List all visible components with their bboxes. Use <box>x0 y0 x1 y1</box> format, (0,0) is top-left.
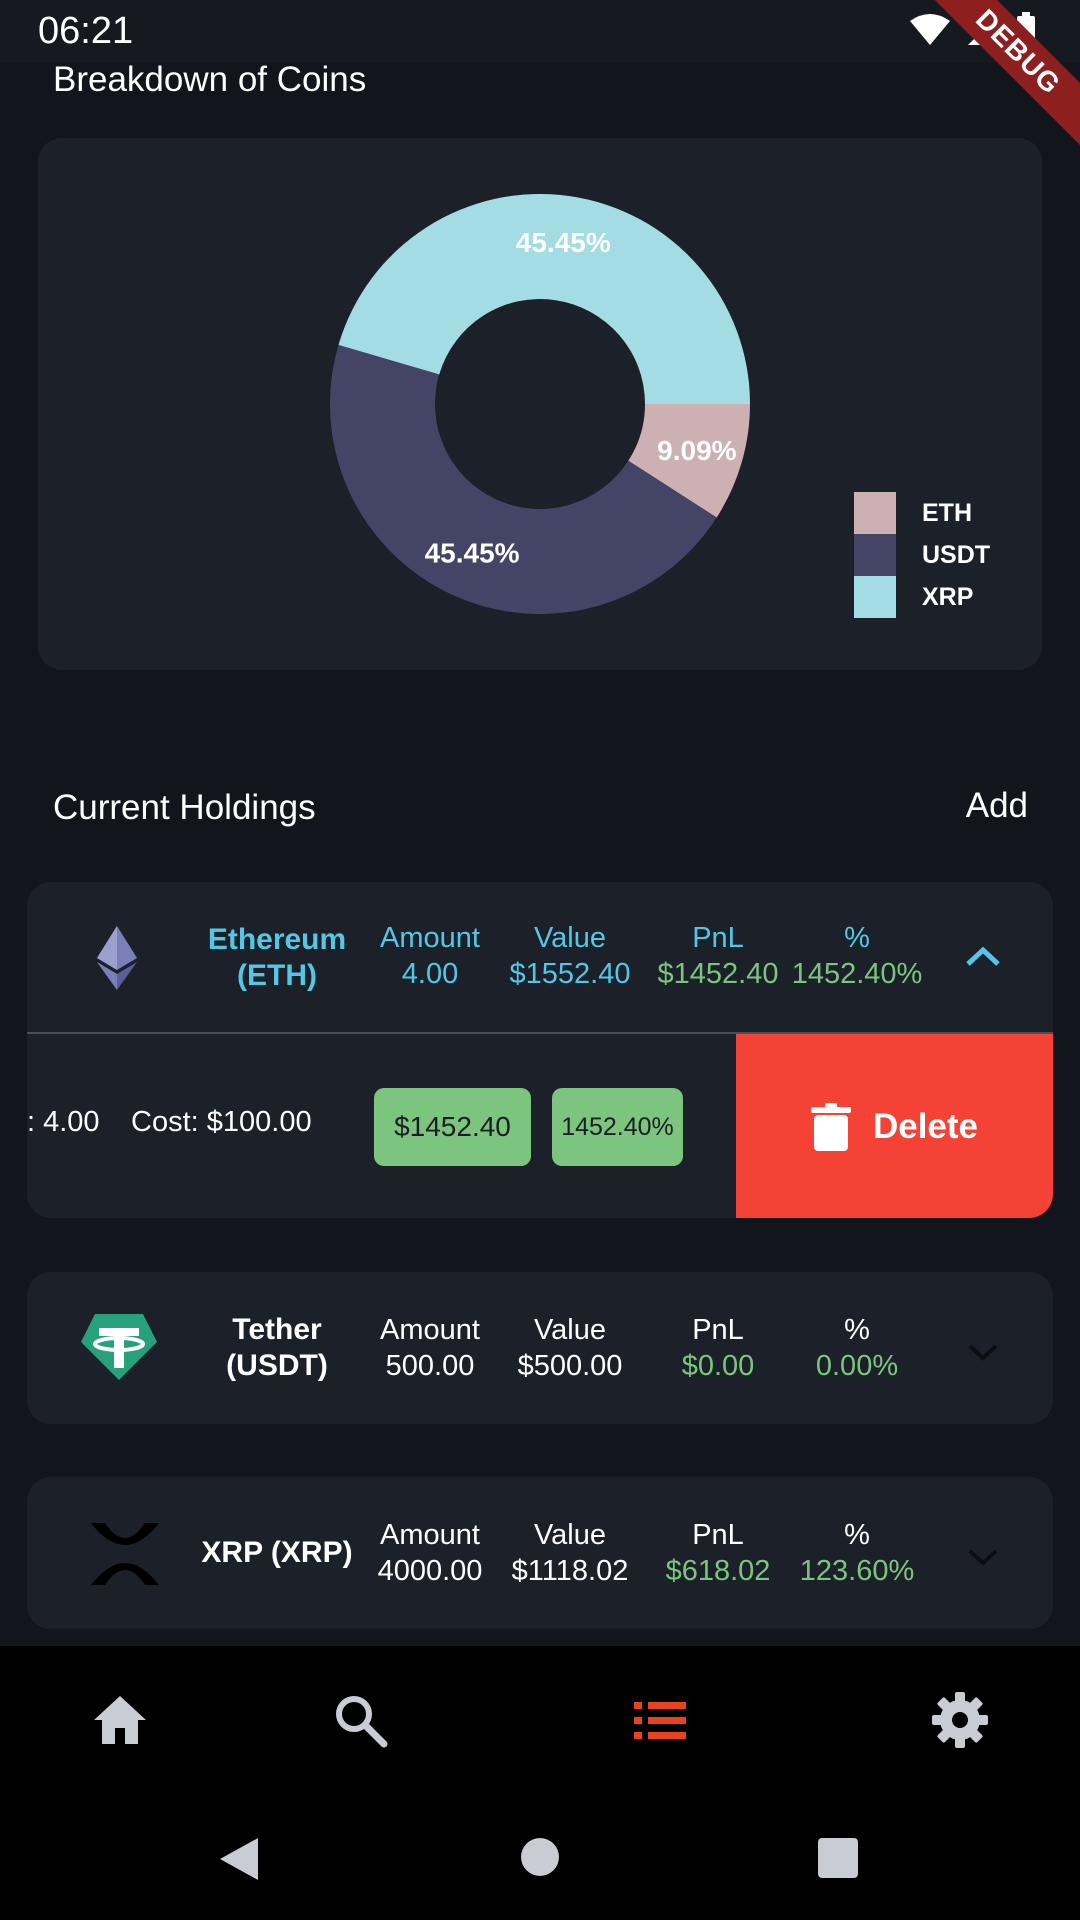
percent-column: % 0.00% <box>815 1314 899 1382</box>
holding-row-eth[interactable]: Ethereum (ETH) Amount 4.00 Value $1552.4… <box>27 882 1053 1032</box>
list-icon[interactable] <box>630 1690 690 1750</box>
tether-icon <box>81 1314 157 1380</box>
settings-icon[interactable] <box>930 1690 990 1750</box>
pnl-badge: $1452.40 <box>374 1088 531 1166</box>
legend-label: ETH <box>922 498 972 527</box>
pnl-column: PnL $618.02 <box>665 1519 771 1587</box>
value-column: Value $1118.02 <box>511 1519 629 1587</box>
home-button-icon[interactable] <box>519 1836 561 1878</box>
wifi-icon <box>910 14 950 45</box>
value-column: Value $500.00 <box>517 1314 623 1382</box>
holding-card-eth: Ethereum (ETH) Amount 4.00 Value $1552.4… <box>27 882 1053 1218</box>
value-column: Value $1552.40 <box>509 922 631 990</box>
legend-swatch <box>854 492 896 534</box>
add-holding-button[interactable]: Add <box>966 786 1028 826</box>
system-navigation <box>0 1794 1080 1920</box>
delete-label: Delete <box>872 1107 979 1146</box>
legend-swatch <box>854 534 896 576</box>
holding-row-xrp[interactable]: XRP (XRP) Amount 4000.00 Value $1118.02 … <box>27 1477 1053 1627</box>
delete-button[interactable]: Delete <box>736 1034 1053 1218</box>
amount-column: Amount 4000.00 <box>377 1519 483 1587</box>
back-icon[interactable] <box>216 1836 260 1882</box>
chevron-down-icon[interactable] <box>960 1334 1006 1370</box>
legend-label: USDT <box>922 540 991 569</box>
holding-row-usdt[interactable]: Tether (USDT) Amount 500.00 Value $500.0… <box>27 1272 1053 1422</box>
amount-column: Amount 500.00 <box>380 1314 480 1382</box>
donut-label-xrp: 45.45% <box>516 227 611 258</box>
legend-item-usdt: USDT <box>854 534 990 576</box>
pnl-column: PnL $1452.40 <box>657 922 779 990</box>
donut-label-usdt: 45.45% <box>425 538 520 569</box>
detail-amount: : 4.00 <box>27 1106 100 1138</box>
percent-column: % 1452.40% <box>791 922 923 990</box>
chart-legend: ETH USDT XRP <box>854 492 990 618</box>
search-icon[interactable] <box>330 1690 390 1750</box>
bottom-navigation <box>0 1646 1080 1794</box>
holding-card-usdt[interactable]: Tether (USDT) Amount 500.00 Value $500.0… <box>27 1272 1053 1424</box>
holdings-title: Current Holdings <box>53 788 316 827</box>
recents-icon[interactable] <box>817 1838 859 1878</box>
amount-column: Amount 4.00 <box>380 922 480 990</box>
trash-icon <box>810 1103 851 1151</box>
chevron-down-icon[interactable] <box>960 1539 1006 1575</box>
pnl-column: PnL $0.00 <box>681 1314 755 1382</box>
xrp-icon <box>91 1523 159 1585</box>
donut-label-eth: 9.09% <box>657 435 736 466</box>
ethereum-icon <box>97 926 137 990</box>
legend-item-xrp: XRP <box>854 576 990 618</box>
legend-item-eth: ETH <box>854 492 990 534</box>
detail-cost: Cost: $100.00 <box>131 1106 312 1138</box>
status-time: 06:21 <box>38 10 134 52</box>
holding-details: : 4.00 Cost: $100.00 $1452.40 1452.40% D… <box>27 1032 1053 1218</box>
legend-swatch <box>854 576 896 618</box>
home-icon[interactable] <box>90 1690 150 1750</box>
percent-column: % 123.60% <box>799 1519 915 1587</box>
breakdown-title: Breakdown of Coins <box>53 60 367 99</box>
chevron-up-icon[interactable] <box>960 938 1006 974</box>
legend-label: XRP <box>922 582 974 611</box>
chart-card: 9.09% 45.45% 45.45% ETH USDT XRP <box>38 138 1042 670</box>
status-bar: 06:21 DEBUG <box>0 0 1080 153</box>
percent-badge: 1452.40% <box>552 1088 683 1166</box>
holding-card-xrp[interactable]: XRP (XRP) Amount 4000.00 Value $1118.02 … <box>27 1477 1053 1629</box>
